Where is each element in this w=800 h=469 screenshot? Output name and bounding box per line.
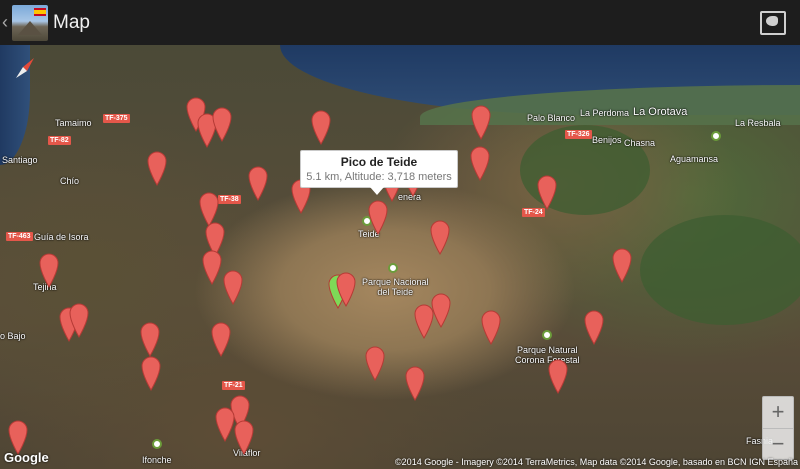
map-marker[interactable] [470,104,492,140]
google-logo: Google [4,450,49,465]
map-marker[interactable] [404,365,426,401]
map-marker[interactable] [211,106,233,142]
place-label: o Bajo [0,331,26,341]
road-shield: TF-82 [48,136,71,145]
map-marker[interactable] [247,165,269,201]
map-marker[interactable] [233,419,255,455]
map-marker[interactable] [469,145,491,181]
place-label: La Resbala [735,118,781,128]
place-label: La Orotava [633,106,688,118]
poi-marker[interactable] [388,263,398,273]
road-shield: TF-463 [6,232,33,241]
map-marker[interactable] [536,174,558,210]
map-marker[interactable] [146,150,168,186]
forest-area [640,215,800,325]
map-marker[interactable] [68,302,90,338]
spain-flag-icon [34,7,46,16]
info-window-title: Pico de Teide [340,155,418,169]
place-label: Chío [60,176,80,186]
map-marker[interactable] [611,247,633,283]
map-marker[interactable] [222,269,244,305]
map-attribution[interactable]: ©2014 Google - Imagery ©2014 TerraMetric… [395,457,798,467]
zoom-in-button[interactable]: + [763,397,793,429]
place-label: Ifonche [142,455,172,465]
page-title: Map [53,11,90,33]
map-marker[interactable] [480,309,502,345]
app-icon[interactable] [12,4,48,41]
road-shield: TF-326 [565,130,592,139]
info-window[interactable]: Pico de Teide 5.1 km, Altitude: 3,718 me… [300,150,458,195]
zoom-out-button[interactable]: − [763,429,793,460]
map-marker[interactable] [310,109,332,145]
map-marker[interactable] [367,199,389,235]
place-label: Benijos [592,135,622,145]
road-shield: TF-38 [218,195,241,204]
info-window-subtitle: 5.1 km, Altitude: 3,718 meters [306,171,452,183]
up-navigation-caret[interactable]: ‹ [2,12,12,33]
map-marker[interactable] [139,321,161,357]
road-shield: TF-375 [103,114,130,123]
map-marker[interactable] [430,292,452,328]
poi-marker[interactable] [542,330,552,340]
place-label: Chasna [624,138,656,148]
map-marker[interactable] [335,271,357,307]
map-view[interactable]: Tamaimo Santiago Chío Guía de Isora Teji… [0,45,800,469]
map-marker[interactable] [38,252,60,288]
place-label: Palo Blanco [527,113,576,123]
map-marker[interactable] [140,355,162,391]
map-layers-icon[interactable] [760,11,786,35]
map-marker[interactable] [429,219,451,255]
map-marker[interactable] [201,249,223,285]
map-marker[interactable] [364,345,386,381]
place-label: Tamaimo [55,118,92,128]
place-label: Guía de Isora [34,232,89,242]
zoom-controls: + − [762,396,794,460]
map-marker[interactable] [583,309,605,345]
place-label: Parque Nacional del Teide [362,277,429,297]
place-label: La Perdoma [580,108,630,118]
mountain-icon [18,20,42,35]
app-bar: ‹ Map [0,0,800,45]
map-marker[interactable] [547,358,569,394]
place-label: Santiago [2,155,38,165]
road-shield: TF-21 [222,381,245,390]
place-label: Aguamansa [670,154,719,164]
map-marker[interactable] [210,321,232,357]
poi-marker[interactable] [152,439,162,449]
compass-icon[interactable] [12,55,38,81]
poi-marker[interactable] [711,131,721,141]
